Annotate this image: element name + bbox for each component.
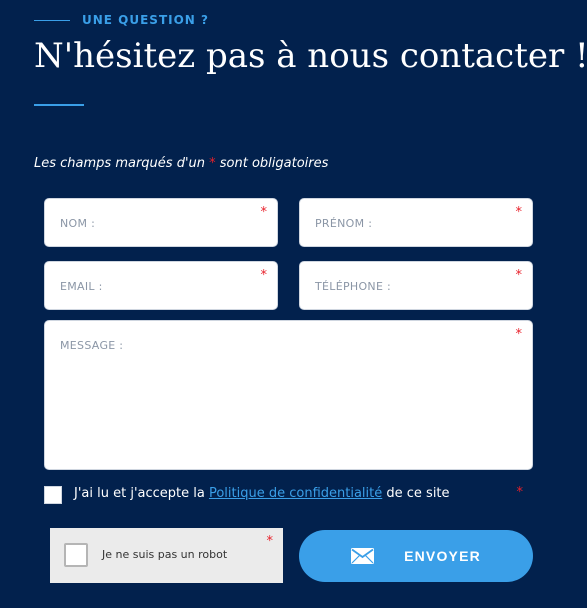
telephone-placeholder: TÉLÉPHONE : [315,280,391,293]
email-placeholder: EMAIL : [60,280,103,293]
title-underline [34,104,84,106]
eyebrow-line [34,19,70,21]
prenom-field[interactable]: PRÉNOM : * [299,198,533,247]
required-star: * [515,268,523,283]
send-button[interactable]: ENVOYER [299,530,533,582]
recaptcha-label: Je ne suis pas un robot [102,548,228,561]
page-title: N'hésitez pas à nous contacter ! [34,36,587,76]
nom-field[interactable]: NOM : * [44,198,278,247]
nom-placeholder: NOM : [60,217,96,230]
privacy-consent: J'ai lu et j'accepte la Politique de con… [44,485,533,507]
email-field[interactable]: EMAIL : * [44,261,278,310]
send-button-label: ENVOYER [404,548,481,564]
eyebrow-text: UNE QUESTION ? [82,13,209,27]
section-eyebrow: UNE QUESTION ? [34,12,209,28]
required-star: * [516,485,524,500]
telephone-field[interactable]: TÉLÉPHONE : * [299,261,533,310]
recaptcha-widget: Je ne suis pas un robot * [50,528,283,583]
envelope-icon [351,548,375,564]
recaptcha-checkbox[interactable] [64,543,88,567]
required-star: * [515,327,523,342]
required-star: * [515,205,523,220]
required-star: * [260,268,268,283]
privacy-policy-link[interactable]: Politique de confidentialité [209,486,382,501]
prenom-placeholder: PRÉNOM : [315,217,373,230]
message-textarea[interactable]: MESSAGE : * [44,320,533,470]
required-star: * [260,205,268,220]
required-star: * [266,534,274,549]
required-fields-note: Les champs marqués d'un * sont obligatoi… [34,156,329,171]
privacy-consent-text: J'ai lu et j'accepte la Politique de con… [74,486,450,501]
message-placeholder: MESSAGE : [60,339,124,352]
privacy-consent-checkbox[interactable] [44,486,62,504]
